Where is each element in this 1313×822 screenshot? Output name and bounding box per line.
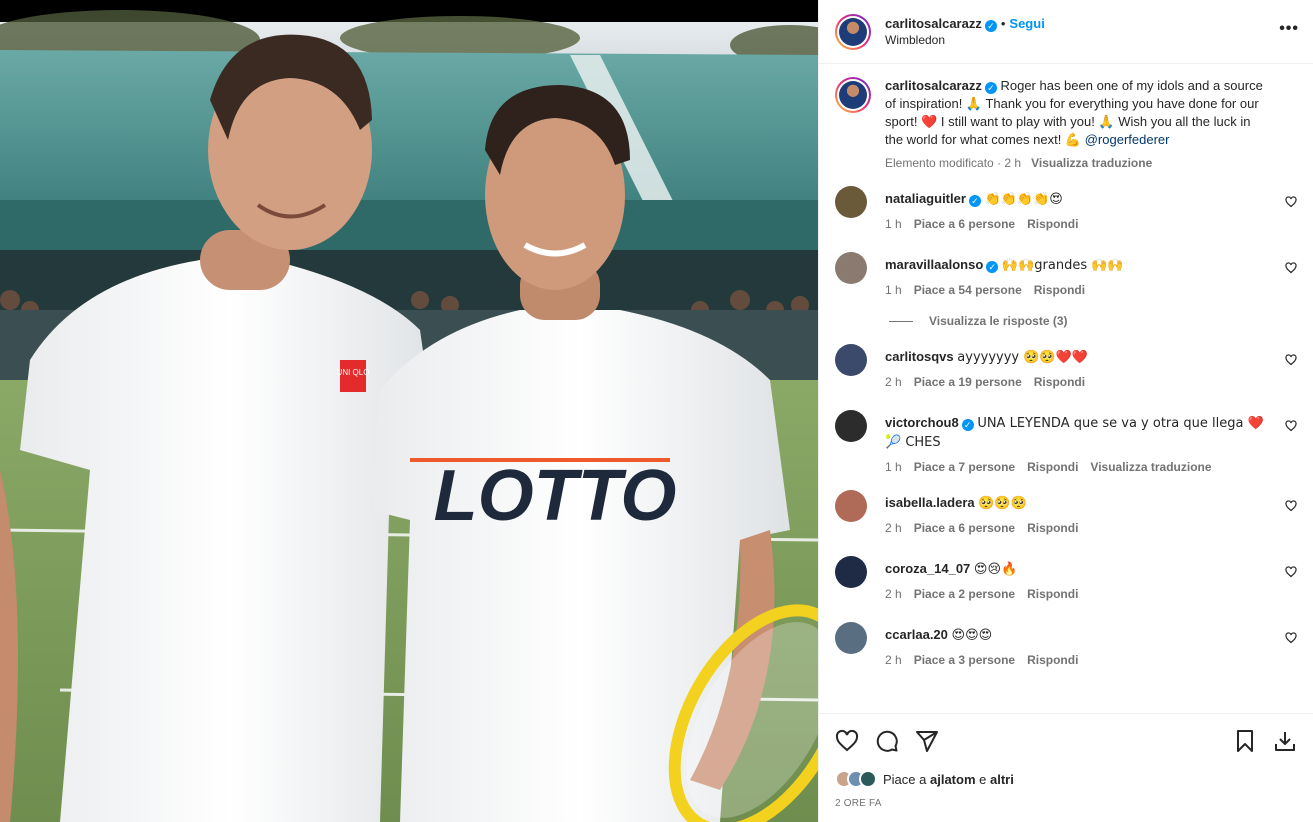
comment-container: nataliaguitler ✓ 👏👏👏👏😍 1 h Piace a 6 person…: [835, 186, 1297, 672]
comment-text: ayyyyyyy 🥺🥺❤️❤️: [957, 350, 1088, 365]
comment-translate-link[interactable]: Visualizza traduzione: [1090, 460, 1211, 474]
view-replies-button[interactable]: Visualizza le risposte (3): [889, 314, 1297, 328]
heart-icon[interactable]: [835, 729, 859, 753]
post-time-ago[interactable]: 2 ORE FA: [835, 798, 1297, 809]
caption-avatar[interactable]: [835, 77, 871, 113]
caption-translate-link[interactable]: Visualizza traduzione: [1031, 156, 1152, 170]
commenter-avatar[interactable]: [835, 252, 867, 284]
bookmark-icon[interactable]: [1233, 729, 1257, 753]
liker-avatar: [859, 770, 877, 788]
author-username[interactable]: carlitosalcarazz: [885, 16, 982, 31]
comment-item: coroza_14_07 😍😢🔥 2 h Piace a 2 persone Risp…: [835, 556, 1297, 606]
commenter-username[interactable]: nataliaguitler: [885, 191, 966, 206]
comment-text: 🥺🥺🥺: [978, 496, 1027, 511]
commenter-username[interactable]: coroza_14_07: [885, 561, 970, 576]
comment-item: carlitosqvs ayyyyyyy 🥺🥺❤️❤️ 2 h Piace a 19…: [835, 344, 1297, 394]
reply-button[interactable]: Rispondi: [1027, 587, 1078, 601]
comment-likes-count[interactable]: Piace a 54 persone: [914, 283, 1022, 297]
post-location[interactable]: Wimbledon: [885, 32, 1045, 48]
reply-button[interactable]: Rispondi: [1027, 521, 1078, 535]
comment-likes-count[interactable]: Piace a 19 persone: [914, 375, 1022, 389]
commenter-avatar[interactable]: [835, 556, 867, 588]
uniqlo-logo: UNI QLO: [337, 368, 370, 377]
comment-item: victorchou8 ✓ UNA LEYENDA que se va y otr…: [835, 410, 1297, 474]
post-actions: Piace a ajlatom e altri 2 ORE FA: [819, 713, 1313, 822]
comment-text: 😍😍😍: [951, 628, 993, 643]
commenter-username[interactable]: carlitosqvs: [885, 349, 954, 364]
comment-time[interactable]: 2 h: [885, 653, 902, 667]
post-header: carlitosalcarazz ✓ • Segui Wimbledon •••: [819, 0, 1313, 64]
comment-time[interactable]: 1 h: [885, 217, 902, 231]
download-icon[interactable]: [1273, 729, 1297, 753]
comment-text: 🙌🙌grandes 🙌🙌: [1001, 258, 1124, 273]
comment-text: 👏👏👏👏😍: [984, 192, 1063, 207]
comment-text: 😍😢🔥: [973, 562, 1018, 577]
lotto-logo: LOTTO: [434, 456, 677, 536]
comment-time[interactable]: 2 h: [885, 521, 902, 535]
follow-button[interactable]: Segui: [1009, 16, 1044, 31]
comment-time[interactable]: 1 h: [885, 283, 902, 297]
comments-list[interactable]: carlitosalcarazz ✓ Roger has been one of …: [819, 65, 1313, 713]
reply-button[interactable]: Rispondi: [1027, 217, 1078, 231]
comment-likes-count[interactable]: Piace a 6 persone: [914, 217, 1015, 231]
comment-item: nataliaguitler ✓ 👏👏👏👏😍 1 h Piace a 6 person…: [835, 186, 1297, 236]
caption-mention[interactable]: @rogerfederer: [1085, 132, 1170, 147]
verified-badge-icon: ✓: [984, 19, 997, 32]
comment-likes-count[interactable]: Piace a 6 persone: [914, 521, 1015, 535]
comment-like-heart-icon[interactable]: [1285, 196, 1297, 211]
likes-prefix: Piace a: [883, 771, 927, 787]
author-avatar[interactable]: [835, 13, 871, 50]
caption-username[interactable]: carlitosalcarazz: [885, 78, 982, 93]
caption-time[interactable]: 2 h: [1004, 156, 1021, 170]
likes-summary: Piace a ajlatom e altri: [835, 770, 1297, 788]
commenter-avatar[interactable]: [835, 186, 867, 218]
liker-username[interactable]: ajlatom: [930, 772, 976, 787]
commenter-avatar[interactable]: [835, 344, 867, 376]
comment-item: isabella.ladera 🥺🥺🥺 2 h Piace a 6 persone R…: [835, 490, 1297, 540]
verified-badge-icon: ✓: [961, 419, 974, 431]
comment-likes-count[interactable]: Piace a 7 persone: [914, 460, 1015, 474]
verified-badge-icon: ✓: [986, 261, 999, 273]
verified-badge-icon: ✓: [968, 195, 981, 207]
comment-icon[interactable]: [875, 729, 899, 753]
verified-badge-icon: ✓: [984, 82, 997, 94]
reply-button[interactable]: Rispondi: [1034, 375, 1085, 389]
caption-edited: Elemento modificato: [885, 156, 994, 170]
post-side-panel: carlitosalcarazz ✓ • Segui Wimbledon ••• ca…: [818, 0, 1313, 822]
commenter-avatar[interactable]: [835, 490, 867, 522]
comment-like-heart-icon[interactable]: [1285, 632, 1297, 647]
reply-button[interactable]: Rispondi: [1027, 460, 1078, 474]
likes-middle: e: [979, 771, 987, 787]
post-photo[interactable]: UNI QLO LOTTO: [0, 0, 818, 822]
post-caption: carlitosalcarazz ✓ Roger has been one of …: [835, 65, 1297, 170]
comment-like-heart-icon[interactable]: [1285, 354, 1297, 369]
replies-divider: [889, 320, 913, 322]
more-options-icon[interactable]: •••: [1279, 20, 1299, 38]
comment-time[interactable]: 2 h: [885, 375, 902, 389]
separator-dot: •: [1000, 15, 1006, 31]
comment-likes-count[interactable]: Piace a 2 persone: [914, 587, 1015, 601]
comment-like-heart-icon[interactable]: [1285, 566, 1297, 581]
comment-like-heart-icon[interactable]: [1285, 262, 1297, 277]
commenter-username[interactable]: victorchou8: [885, 415, 959, 430]
commenter-username[interactable]: isabella.ladera: [885, 495, 975, 510]
comment-item: maravillaalonso ✓ 🙌🙌grandes 🙌🙌 1 h Piace a …: [835, 252, 1297, 302]
commenter-username[interactable]: maravillaalonso: [885, 257, 983, 272]
view-replies-label: Visualizza le risposte (3): [929, 314, 1068, 328]
comment-like-heart-icon[interactable]: [1285, 420, 1297, 435]
share-icon[interactable]: [915, 729, 939, 753]
likes-others-link[interactable]: altri: [990, 772, 1014, 787]
comment-time[interactable]: 2 h: [885, 587, 902, 601]
commenter-avatar[interactable]: [835, 622, 867, 654]
comment-like-heart-icon[interactable]: [1285, 500, 1297, 515]
commenter-avatar[interactable]: [835, 410, 867, 442]
comment-item: ccarlaa.20 😍😍😍 2 h Piace a 3 persone Rispon…: [835, 622, 1297, 672]
reply-button[interactable]: Rispondi: [1027, 653, 1078, 667]
comment-time[interactable]: 1 h: [885, 460, 902, 474]
photo-illustration: UNI QLO LOTTO: [0, 0, 818, 822]
commenter-username[interactable]: ccarlaa.20: [885, 627, 948, 642]
reply-button[interactable]: Rispondi: [1034, 283, 1085, 297]
comment-likes-count[interactable]: Piace a 3 persone: [914, 653, 1015, 667]
